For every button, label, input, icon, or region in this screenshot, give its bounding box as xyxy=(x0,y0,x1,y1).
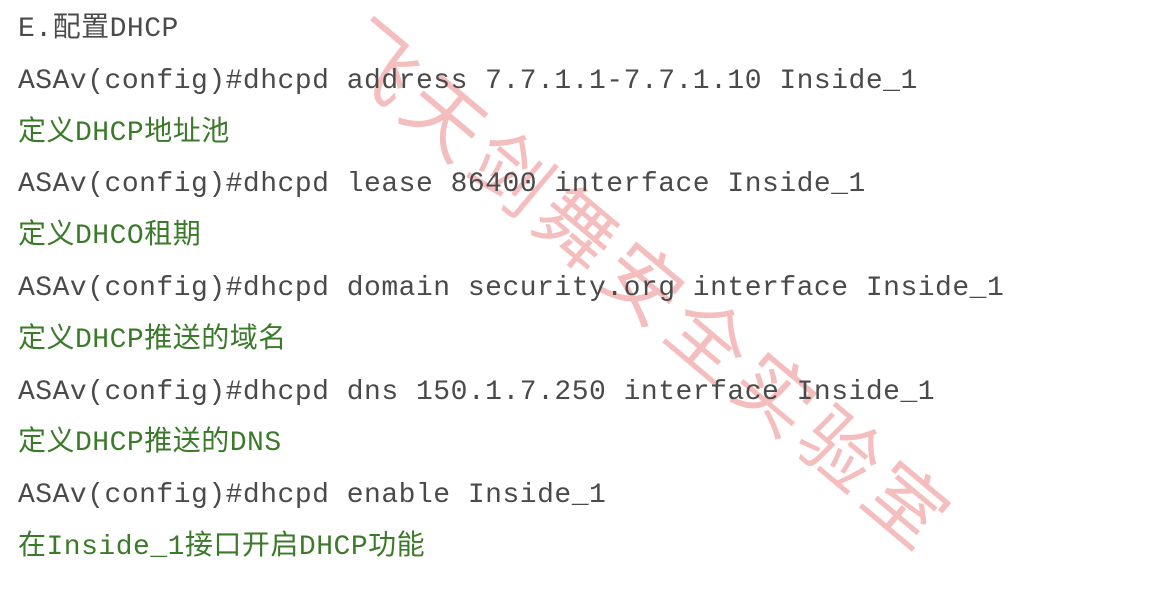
line-cmd-domain: ASAv(config)#dhcpd domain security.org i… xyxy=(18,263,1152,315)
line-cmd-lease: ASAv(config)#dhcpd lease 86400 interface… xyxy=(18,159,1152,211)
line-comment-enable: 在Inside_1接口开启DHCP功能 xyxy=(18,522,1152,574)
line-cmd-enable: ASAv(config)#dhcpd enable Inside_1 xyxy=(18,470,1152,522)
line-comment-address-pool: 定义DHCP地址池 xyxy=(18,108,1152,160)
document-content: E.配置DHCP ASAv(config)#dhcpd address 7.7.… xyxy=(18,4,1152,574)
line-section-heading: E.配置DHCP xyxy=(18,4,1152,56)
line-comment-domain: 定义DHCP推送的域名 xyxy=(18,315,1152,367)
line-comment-lease: 定义DHCO租期 xyxy=(18,211,1152,263)
line-cmd-dns: ASAv(config)#dhcpd dns 150.1.7.250 inter… xyxy=(18,367,1152,419)
line-cmd-address: ASAv(config)#dhcpd address 7.7.1.1-7.7.1… xyxy=(18,56,1152,108)
line-comment-dns: 定义DHCP推送的DNS xyxy=(18,418,1152,470)
